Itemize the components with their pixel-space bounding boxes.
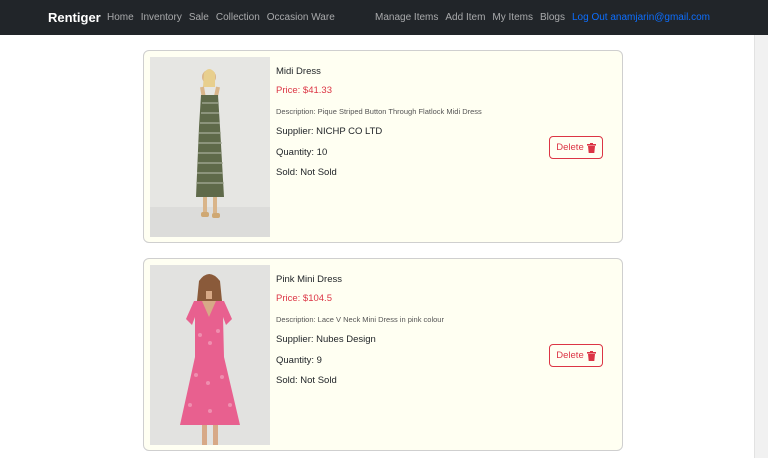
delete-button[interactable]: Delete [549,136,603,159]
brand-logo[interactable]: Rentiger [48,10,101,25]
delete-label: Delete [556,142,584,153]
delete-button[interactable]: Delete [549,344,603,367]
item-description: Description: Lace V Neck Mini Dress in p… [276,315,444,324]
nav-link-manage-items[interactable]: Manage Items [375,12,438,23]
item-quantity: Quantity: 10 [276,147,328,158]
item-image [150,265,270,445]
trash-icon [586,142,596,153]
nav-right-group: Manage Items Add Item My Items Blogs Log… [375,12,710,23]
item-supplier: Supplier: NICHP CO LTD [276,126,383,137]
nav-link-occasion-ware[interactable]: Occasion Ware [267,12,335,23]
item-name: Pink Mini Dress [276,274,342,285]
item-price: Price: $41.33 [276,85,332,96]
item-card: Midi Dress Price: $41.33 Description: Pi… [143,50,623,243]
item-sold-status: Sold: Not Sold [276,167,337,178]
top-navbar: Rentiger Home Inventory Sale Collection … [0,0,768,35]
item-quantity: Quantity: 9 [276,355,322,366]
nav-link-inventory[interactable]: Inventory [141,12,182,23]
nav-link-sale[interactable]: Sale [189,12,209,23]
nav-link-home[interactable]: Home [107,12,134,23]
item-name: Midi Dress [276,66,321,77]
nav-link-add-item[interactable]: Add Item [445,12,485,23]
nav-link-blogs[interactable]: Blogs [540,12,565,23]
nav-link-collection[interactable]: Collection [216,12,260,23]
item-sold-status: Sold: Not Sold [276,375,337,386]
item-image [150,57,270,237]
trash-icon [586,350,596,361]
item-price: Price: $104.5 [276,293,332,304]
nav-link-my-items[interactable]: My Items [492,12,533,23]
nav-left-group: Home Inventory Sale Collection Occasion … [107,12,342,23]
delete-label: Delete [556,350,584,361]
item-card: Pink Mini Dress Price: $104.5 Descriptio… [143,258,623,451]
page-scrollbar[interactable] [754,35,768,458]
item-description: Description: Pique Striped Button Throug… [276,107,482,116]
item-supplier: Supplier: Nubes Design [276,334,376,345]
logout-link[interactable]: Log Out anamjarin@gmail.com [572,12,710,23]
